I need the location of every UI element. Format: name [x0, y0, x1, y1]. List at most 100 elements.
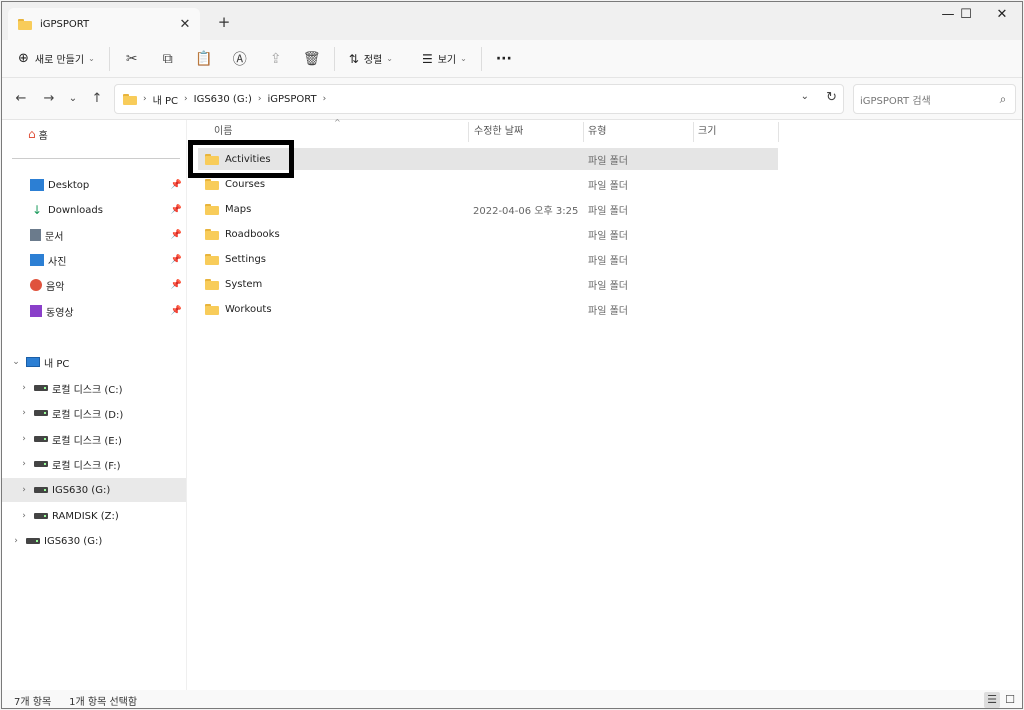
computer-icon: [26, 357, 40, 367]
address-dropdown-icon[interactable]: ⌄: [801, 91, 809, 102]
sidebar-item-documents[interactable]: 문서 📌: [2, 223, 186, 247]
sidebar-item-drive-c[interactable]: › 로컬 디스크 (C:): [2, 376, 186, 400]
chevron-right-icon[interactable]: ›: [18, 511, 30, 521]
column-divider[interactable]: [468, 122, 469, 142]
item-count: 7개 항목: [14, 696, 52, 708]
sidebar-item-drive-g[interactable]: › IGS630 (G:): [2, 478, 186, 502]
drive-icon: [34, 385, 48, 391]
copy-icon[interactable]: ⧉: [154, 45, 182, 73]
drive-icon: [34, 487, 48, 493]
sidebar-item-drive-d[interactable]: › 로컬 디스크 (D:): [2, 401, 186, 425]
share-icon[interactable]: ⇪: [262, 45, 290, 73]
new-button-label: 새로 만들기: [34, 55, 85, 66]
drive-icon: [34, 513, 48, 519]
up-button[interactable]: ↑: [88, 90, 106, 108]
table-row[interactable]: Activities 파일 폴더: [198, 148, 778, 170]
pin-icon[interactable]: 📌: [171, 230, 182, 240]
sidebar-item-desktop[interactable]: Desktop 📌: [2, 173, 186, 197]
sidebar-item-music[interactable]: 음악 📌: [2, 273, 186, 297]
sidebar-item-label: 사진: [48, 256, 67, 268]
chevron-right-icon[interactable]: ›: [18, 485, 30, 495]
cut-icon[interactable]: ✂: [118, 45, 146, 73]
breadcrumb-this-pc[interactable]: 내 PC: [153, 92, 178, 107]
folder-icon: [205, 228, 219, 240]
sidebar-item-videos[interactable]: 동영상 📌: [2, 299, 186, 323]
close-window-button[interactable]: ✕: [984, 2, 1020, 30]
table-row[interactable]: Maps 2022-04-06 오후 3:25 파일 폴더: [198, 198, 778, 220]
rename-icon[interactable]: Ⓐ: [226, 45, 254, 73]
column-divider[interactable]: [693, 122, 694, 142]
toolbar-divider: [108, 46, 110, 71]
table-row[interactable]: Courses 파일 폴더: [198, 173, 778, 195]
refresh-icon[interactable]: ↻: [826, 90, 837, 105]
column-header-type[interactable]: 유형: [588, 120, 606, 144]
back-button[interactable]: ←: [12, 90, 30, 108]
new-tab-button[interactable]: +: [214, 12, 234, 32]
tab-title: iGPSPORT: [40, 18, 90, 30]
status-bar: 7개 항목 1개 항목 선택함 ☰ ☐: [2, 690, 1022, 708]
sidebar-item-label: Downloads: [48, 204, 103, 216]
sidebar-item-external-g[interactable]: › IGS630 (G:): [2, 529, 186, 553]
chevron-right-icon[interactable]: ›: [18, 408, 30, 418]
folder-icon: [205, 203, 219, 215]
pin-icon[interactable]: 📌: [171, 180, 182, 190]
column-header-date[interactable]: 수정한 날짜: [474, 120, 523, 144]
sidebar-item-pictures[interactable]: 사진 📌: [2, 248, 186, 272]
pin-icon[interactable]: 📌: [171, 205, 182, 215]
desktop-icon: [30, 179, 44, 191]
breadcrumb-separator: ›: [184, 94, 188, 104]
view-button[interactable]: ☰ 보기 ⌄: [416, 45, 473, 73]
sidebar-item-this-pc[interactable]: ⌄ 내 PC: [2, 350, 186, 374]
details-view-icon[interactable]: ☰: [984, 692, 1000, 708]
forward-button[interactable]: →: [40, 90, 58, 108]
drive-icon: [34, 436, 48, 442]
column-divider[interactable]: [583, 122, 584, 142]
breadcrumb-separator: ›: [322, 94, 327, 104]
sidebar-item-label: 음악: [46, 281, 65, 293]
command-bar: ⊕ 새로 만들기 ⌄ ✂ ⧉ 📋 Ⓐ ⇪ 🗑 ⇅ 정렬 ⌄ ☰ 보기 ⌄ ···: [2, 40, 1022, 78]
breadcrumb-separator: ›: [143, 94, 147, 104]
more-options-button[interactable]: ···: [490, 45, 518, 73]
table-row[interactable]: Roadbooks 파일 폴더: [198, 223, 778, 245]
sort-button[interactable]: ⇅ 정렬 ⌄: [343, 45, 399, 73]
address-bar[interactable]: › 내 PC › IGS630 (G:) › iGPSPORT › ⌄ ↻: [114, 84, 844, 114]
pin-icon[interactable]: 📌: [171, 280, 182, 290]
paste-icon[interactable]: 📋: [190, 45, 218, 73]
table-row[interactable]: Settings 파일 폴더: [198, 248, 778, 270]
file-type: 파일 폴더: [588, 230, 628, 242]
sidebar-item-drive-e[interactable]: › 로컬 디스크 (E:): [2, 427, 186, 451]
breadcrumb-igpsport[interactable]: iGPSPORT: [267, 94, 316, 105]
chevron-right-icon[interactable]: ›: [18, 383, 30, 393]
pin-icon[interactable]: 📌: [171, 306, 182, 316]
sidebar-item-label: 문서: [45, 231, 64, 243]
pin-icon[interactable]: 📌: [171, 255, 182, 265]
search-icon[interactable]: ⌕: [991, 92, 1015, 107]
sidebar-item-downloads[interactable]: ↓ Downloads 📌: [2, 198, 186, 222]
chevron-right-icon[interactable]: ›: [18, 434, 30, 444]
sidebar-item-label: 로컬 디스크 (C:): [52, 384, 123, 396]
table-row[interactable]: Workouts 파일 폴더: [198, 298, 778, 320]
tab-igpsport[interactable]: iGPSPORT ✕: [8, 8, 200, 40]
search-input[interactable]: iGPSPORT 검색 ⌕: [853, 84, 1016, 114]
chevron-down-icon[interactable]: ⌄: [10, 357, 22, 367]
column-header-size[interactable]: 크기: [698, 120, 716, 144]
large-icons-view-icon[interactable]: ☐: [1002, 692, 1018, 708]
sidebar-item-drive-z[interactable]: › RAMDISK (Z:): [2, 504, 186, 528]
column-divider[interactable]: [778, 122, 779, 142]
table-row[interactable]: System 파일 폴더: [198, 273, 778, 295]
column-header-name[interactable]: 이름: [214, 120, 232, 144]
toolbar-divider: [333, 46, 335, 71]
recent-locations-button[interactable]: ⌄: [64, 90, 82, 108]
sidebar-item-home[interactable]: ⌂ 홈: [28, 122, 178, 146]
file-name: Courses: [225, 178, 266, 190]
tab-close-icon[interactable]: ✕: [176, 17, 194, 32]
breadcrumb-igs630[interactable]: IGS630 (G:): [194, 94, 252, 105]
sidebar-item-drive-f[interactable]: › 로컬 디스크 (F:): [2, 452, 186, 476]
folder-icon: [205, 303, 219, 315]
delete-icon[interactable]: 🗑: [298, 45, 326, 73]
new-button[interactable]: ⊕ 새로 만들기 ⌄: [12, 45, 101, 73]
maximize-button[interactable]: ☐: [948, 2, 984, 30]
chevron-right-icon[interactable]: ›: [18, 459, 30, 469]
chevron-right-icon[interactable]: ›: [10, 536, 22, 546]
folder-icon: [205, 153, 219, 165]
